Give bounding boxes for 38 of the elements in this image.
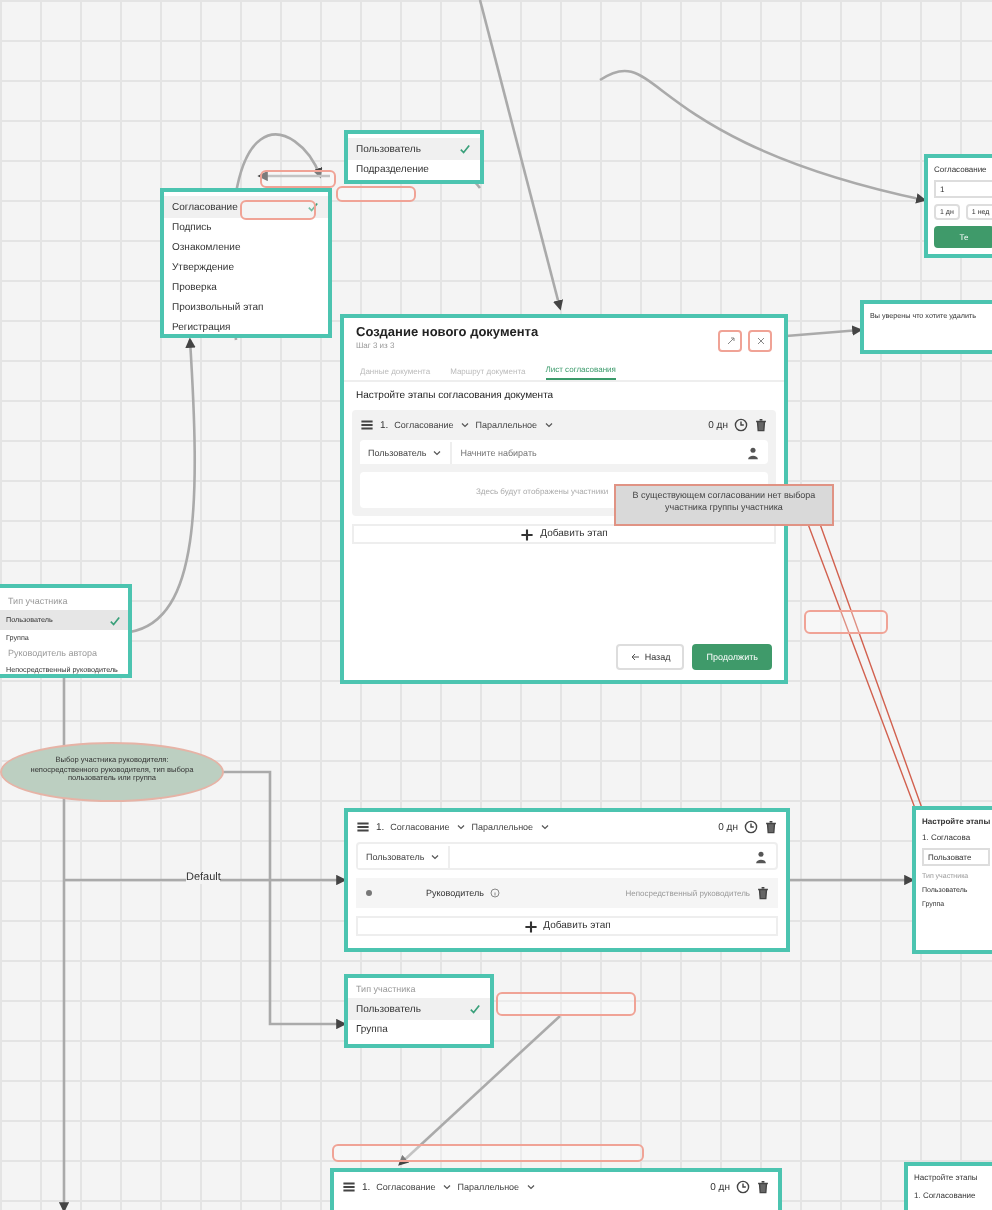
chevron-down-icon [543,420,554,430]
trash-icon[interactable] [756,886,770,900]
clock-icon[interactable] [744,820,758,834]
info-icon [490,888,500,898]
check-icon [468,1002,482,1016]
connector-line [785,325,863,338]
annotation-box [496,992,636,1016]
chevron-down-icon [441,1182,452,1192]
trash-icon[interactable] [754,418,768,432]
connector-line [788,874,915,886]
clock-icon[interactable] [734,418,748,432]
person-icon [746,445,760,459]
drag-handle-icon[interactable] [356,820,370,834]
check-icon [306,200,320,214]
annotation-box [260,170,336,188]
clock-icon[interactable] [736,1180,750,1194]
annotation-box [240,200,316,220]
trash-icon[interactable] [756,1180,770,1194]
arrow-left-icon [630,652,641,662]
dot-icon [364,888,374,898]
person-icon [754,849,768,863]
plus-icon [520,527,535,541]
chevron-down-icon [459,420,470,430]
trash-icon[interactable] [764,820,778,834]
close-icon [755,336,765,346]
chevron-down-icon [430,851,441,861]
drag-handle-icon[interactable] [360,418,374,432]
annotation-box [804,610,888,634]
check-icon [458,142,472,156]
expand-icon [725,336,735,346]
check-icon [108,613,122,627]
chevron-down-icon [525,1182,536,1192]
chevron-down-icon [455,822,466,832]
chevron-down-icon [432,447,443,457]
plus-icon [523,919,538,933]
chevron-down-icon [539,822,550,832]
drag-handle-icon[interactable] [342,1180,356,1194]
close-button[interactable] [748,330,772,352]
